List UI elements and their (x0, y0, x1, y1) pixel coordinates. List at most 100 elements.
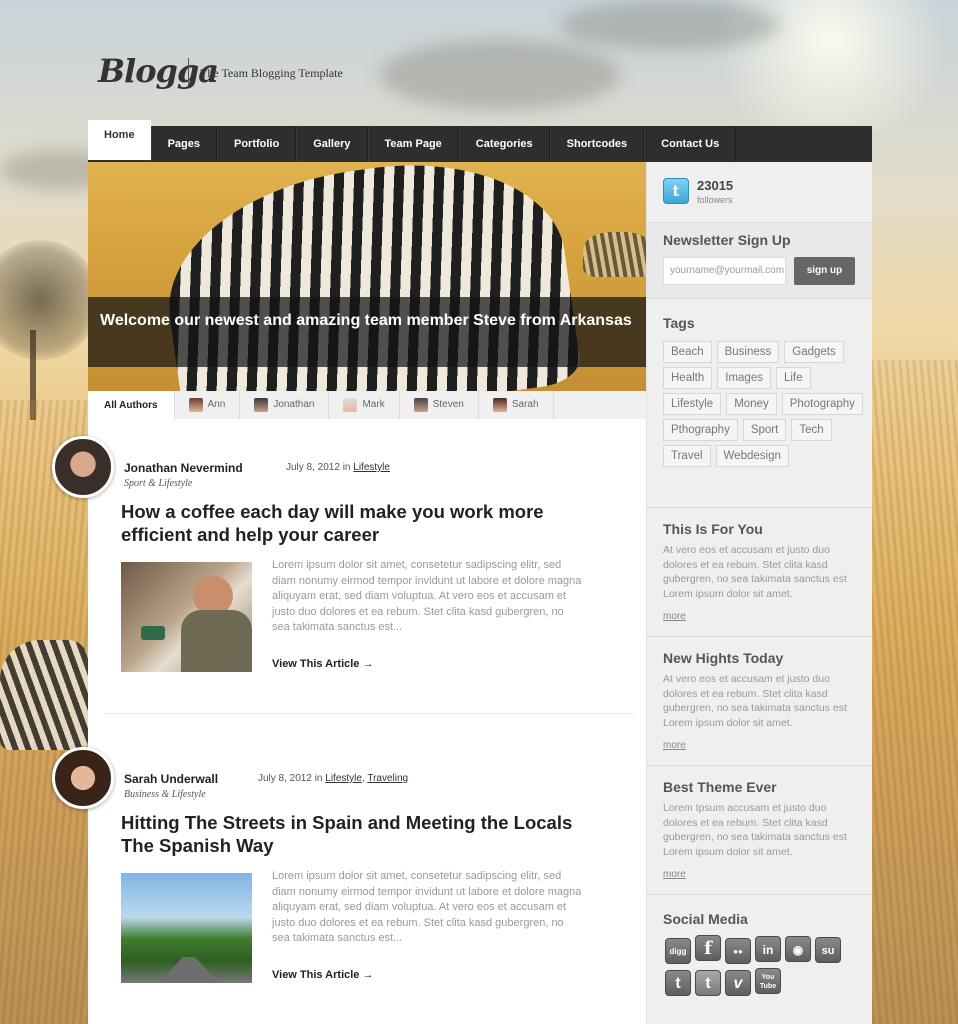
vimeo-icon[interactable]: v (725, 970, 751, 996)
twitter-icon[interactable]: t (663, 178, 689, 204)
post-author-name[interactable]: Sarah Underwall (124, 772, 218, 786)
post-excerpt: Lorem ipsum dolor sit amet, consetetur s… (272, 870, 582, 945)
thumbnail-coffee-cup (141, 626, 165, 640)
tab-author-ann[interactable]: Ann (175, 391, 241, 419)
category-link[interactable]: Traveling (367, 773, 408, 784)
background-grass-right (872, 360, 958, 1024)
tag-gadgets[interactable]: Gadgets (784, 341, 844, 363)
widget-title: New Hights Today (663, 650, 784, 666)
post-divider (104, 713, 634, 714)
tag-travel[interactable]: Travel (663, 445, 711, 467)
twitter-follower-label: followers (697, 195, 733, 205)
social-icon-grid: digg f ●● in ◉ su t t v You Tube (665, 935, 855, 1000)
post-thumbnail[interactable] (121, 873, 252, 983)
tag-health[interactable]: Health (663, 367, 713, 389)
tag-beach[interactable]: Beach (663, 341, 712, 363)
tag-sport[interactable]: Sport (742, 419, 787, 441)
newsletter-email-input[interactable]: yourname@yourmail.com (663, 257, 786, 285)
twitter-icon[interactable]: t (695, 970, 721, 996)
background-cloud (560, 0, 780, 50)
category-link[interactable]: Lifestyle (325, 773, 362, 784)
logo-divider (188, 58, 189, 86)
tab-label: Mark (362, 399, 385, 410)
post-date: July 8, 2012 in Lifestyle, Traveling (258, 773, 409, 784)
tag-business[interactable]: Business (716, 341, 780, 363)
post-date-text: July 8, 2012 in (286, 462, 354, 473)
post-thumbnail[interactable] (121, 562, 252, 672)
post-date-text: July 8, 2012 in (258, 773, 326, 784)
nav-home[interactable]: Home (88, 120, 151, 160)
youtube-icon[interactable]: You Tube (755, 968, 781, 994)
avatar[interactable] (52, 436, 114, 498)
facebook-icon[interactable]: f (695, 935, 721, 961)
background-tree (0, 240, 100, 360)
avatar (492, 398, 507, 412)
tab-author-sarah[interactable]: Sarah (479, 391, 554, 419)
category-link[interactable]: Lifestyle (353, 462, 390, 473)
widget-title: Best Theme Ever (663, 779, 777, 795)
tag-lifestyle[interactable]: Lifestyle (663, 393, 722, 415)
tag-money[interactable]: Money (726, 393, 777, 415)
nav-categories[interactable]: Categories (458, 126, 550, 162)
tag-photography[interactable]: Photography (781, 393, 863, 415)
post-title[interactable]: How a coffee each day will make you work… (121, 500, 601, 546)
tumblr-icon[interactable]: t (665, 970, 691, 996)
digg-icon[interactable]: digg (665, 938, 691, 964)
tag-cloud: Beach Business Gadgets Health Images Lif… (663, 341, 863, 467)
nav-team-page[interactable]: Team Page (367, 126, 459, 162)
widget-title: This Is For You (663, 521, 763, 537)
text-widget: This Is For You At vero eos et accusam e… (647, 508, 872, 637)
more-link[interactable]: more (663, 740, 686, 751)
newsletter-title: Newsletter Sign Up (663, 232, 791, 248)
tag-pthography[interactable]: Pthography (663, 419, 738, 441)
tag-tech[interactable]: Tech (791, 419, 832, 441)
newsletter-signup-button[interactable]: sign up (794, 257, 855, 285)
twitter-follower-count: 23015 (697, 178, 734, 193)
more-link[interactable]: more (663, 611, 686, 622)
avatar (413, 398, 428, 412)
tag-images[interactable]: Images (717, 367, 771, 389)
tab-author-steven[interactable]: Steven (400, 391, 479, 419)
avatar (188, 398, 203, 412)
tab-all-authors[interactable]: All Authors (88, 391, 175, 421)
nav-contact-us[interactable]: Contact Us (644, 126, 737, 162)
stumbleupon-icon[interactable]: su (815, 937, 841, 963)
tab-label: All Authors (104, 400, 158, 411)
tags-title: Tags (663, 315, 695, 331)
tab-label: Ann (207, 399, 226, 410)
flickr-icon[interactable]: ●● (725, 938, 751, 964)
tag-life[interactable]: Life (775, 367, 811, 389)
social-media-widget: Social Media digg f ●● in ◉ su t t v You Tube (647, 895, 872, 1024)
post-author-role: Business & Lifestyle (124, 789, 206, 800)
widget-text: At vero eos et accusam et justo duo dolo… (663, 673, 847, 729)
post-title[interactable]: Hitting The Streets in Spain and Meeting… (121, 811, 601, 857)
nav-gallery[interactable]: Gallery (296, 126, 368, 162)
rss-icon[interactable]: ◉ (785, 936, 811, 962)
view-article-link[interactable]: View This Article → (272, 658, 373, 670)
post-excerpt: Lorem ipsum dolor sit amet, consetetur s… (272, 559, 582, 634)
tab-author-jonathan[interactable]: Jonathan (240, 391, 330, 419)
tab-author-mark[interactable]: Mark (329, 391, 400, 419)
tag-webdesign[interactable]: Webdesign (715, 445, 789, 467)
thumbnail-person-body (181, 610, 252, 672)
hero-slider[interactable]: Welcome our newest and amazing team memb… (88, 162, 646, 391)
post-author-name[interactable]: Jonathan Nevermind (124, 461, 243, 475)
nav-shortcodes[interactable]: Shortcodes (549, 126, 645, 162)
avatar (343, 398, 358, 412)
avatar (254, 398, 269, 412)
sidebar: t 23015 followers Newsletter Sign Up you… (646, 162, 872, 1024)
text-widget: New Hights Today At vero eos et accusam … (647, 637, 872, 766)
view-article-link[interactable]: View This Article → (272, 969, 373, 981)
widget-text: Lorem Ipsum accusam et justo duo dolores… (663, 802, 847, 858)
nav-pages[interactable]: Pages (150, 126, 217, 162)
nav-portfolio[interactable]: Portfolio (216, 126, 297, 162)
more-link[interactable]: more (663, 869, 686, 880)
text-widget: Best Theme Ever Lorem Ipsum accusam et j… (647, 766, 872, 895)
social-media-title: Social Media (663, 911, 748, 927)
hero-caption[interactable]: Welcome our newest and amazing team memb… (88, 297, 646, 367)
site-tagline: The Team Blogging Template (200, 66, 343, 80)
widget-text: At vero eos et accusam et justo duo dolo… (663, 544, 847, 600)
hero-zebra-background-image (583, 232, 646, 277)
avatar[interactable] (52, 747, 114, 809)
linkedin-icon[interactable]: in (755, 936, 781, 962)
